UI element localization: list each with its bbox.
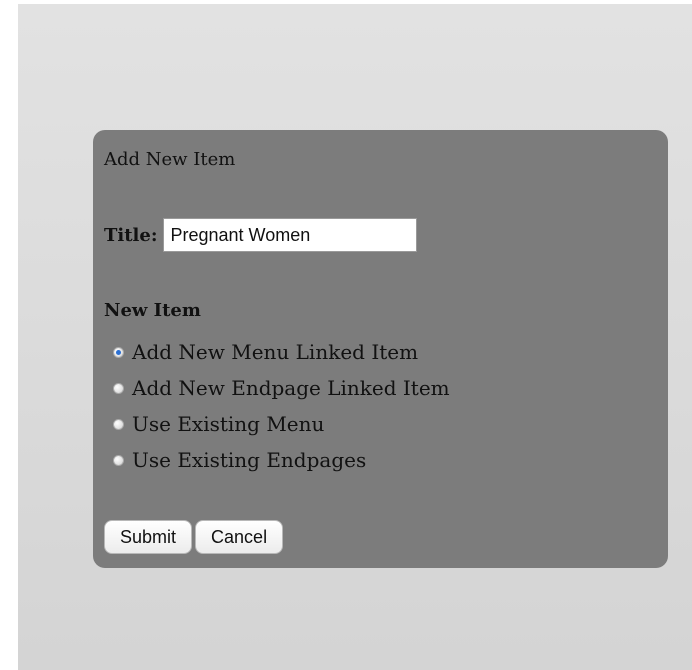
radio-button[interactable] — [113, 454, 124, 466]
option-use-existing-endpages[interactable]: Use Existing Endpages — [113, 442, 450, 478]
option-add-new-endpage-linked-item[interactable]: Add New Endpage Linked Item — [113, 370, 450, 406]
add-item-panel: Add New Item Title: New Item Add New Men… — [93, 130, 668, 568]
title-input[interactable] — [163, 218, 418, 252]
panel-heading: Add New Item — [104, 149, 236, 170]
submit-button[interactable]: Submit — [104, 520, 193, 554]
new-item-group-label: New Item — [104, 300, 201, 321]
new-item-options: Add New Menu Linked Item Add New Endpage… — [113, 334, 450, 478]
radio-button[interactable] — [113, 418, 124, 430]
page: Add New Item Title: New Item Add New Men… — [0, 0, 692, 670]
radio-button-selected[interactable] — [113, 346, 124, 358]
cancel-button[interactable]: Cancel — [195, 520, 284, 554]
option-label: Add New Endpage Linked Item — [132, 376, 450, 400]
option-label: Add New Menu Linked Item — [132, 340, 419, 364]
title-row: Title: — [104, 216, 418, 254]
option-label: Use Existing Menu — [132, 412, 325, 436]
title-label: Title: — [104, 224, 158, 246]
option-use-existing-menu[interactable]: Use Existing Menu — [113, 406, 450, 442]
button-row: Submit Cancel — [104, 520, 284, 554]
radio-button[interactable] — [113, 382, 124, 394]
option-label: Use Existing Endpages — [132, 448, 367, 472]
option-add-new-menu-linked-item[interactable]: Add New Menu Linked Item — [113, 334, 450, 370]
